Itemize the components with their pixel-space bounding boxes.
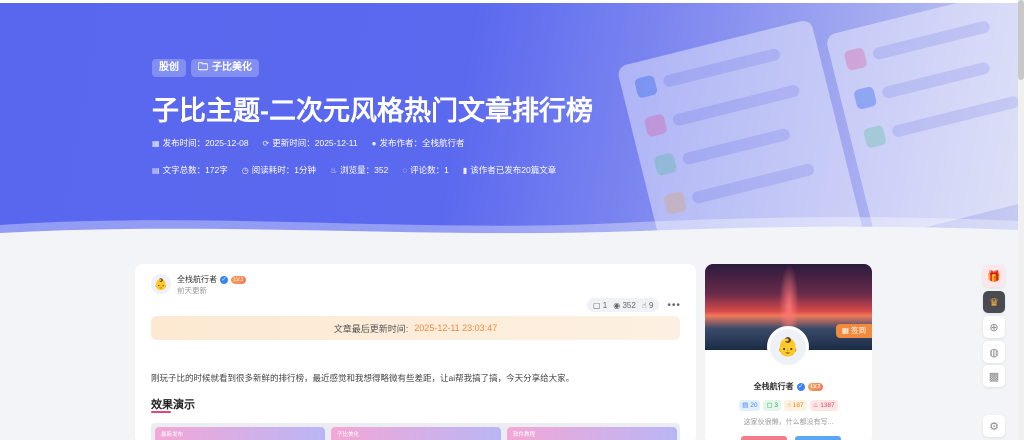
sidebar-action-buttons [741, 436, 841, 440]
sidebar-author-name[interactable]: 全栈航行者 [754, 381, 794, 392]
signin-button[interactable]: ▦ 签到 [835, 324, 872, 338]
author-avatar[interactable]: 👶 [151, 274, 171, 294]
like-count[interactable]: ☝ 9 [642, 301, 654, 310]
likes-count-badge: ☝ 187 [784, 400, 807, 411]
article-card: 👶 全栈航行者 ✓ LV.3 前天更新 ▢ 1 ◉ 352 ☝ 9 ••• 文章… [135, 264, 696, 440]
folder-icon: 🗀 [198, 62, 208, 73]
crown-icon[interactable]: ♛ [983, 291, 1005, 313]
hero-wave [0, 217, 1018, 243]
article-meta-row-1: ▦ 发布时间：2025-12-08 ⟳ 更新时间：2025-12-11 ● 发布作者：… [152, 138, 465, 148]
heading-underline [151, 411, 171, 413]
page-scrollbar[interactable] [1018, 0, 1024, 440]
qrcode-icon[interactable]: ▩ [983, 365, 1005, 387]
article-title: 子比主题-二次元风格热门文章排行榜 [152, 96, 593, 126]
thumbs-up-icon: ☝ [641, 300, 647, 310]
author-update-time: 前天更新 [177, 286, 207, 295]
views-count-badge: ♨ 1387 [809, 400, 838, 411]
author-info: 全栈航行者 ✓ LV.3 [177, 274, 247, 285]
user-icon: ● [371, 138, 377, 148]
fire-icon: ♨ [329, 165, 338, 175]
tag-category[interactable]: 🗀 子比美化 [191, 59, 259, 77]
posts-count-badge[interactable]: ▤ 20 [739, 400, 761, 411]
view-count: ◉ 352 [613, 300, 636, 310]
sidebar-author-info: 全栈航行者 ✓ LV.3 [705, 381, 872, 392]
more-options-icon[interactable]: ••• [667, 300, 681, 311]
article-hero: 股创 🗀 子比美化 子比主题-二次元风格热门文章排行榜 ▦ 发布时间：2025-1… [0, 3, 1018, 243]
author-sidebar-card: ▦ 签到 👶 全栈航行者 ✓ LV.3 ▤ 20 ▢ 3 ☝ 187 ♨ 138… [705, 264, 872, 440]
section-heading: 效果演示 [151, 399, 195, 411]
article-stats: ▢ 1 ◉ 352 ☝ 9 ••• [587, 298, 681, 312]
demo-card: 子比美化 [331, 427, 501, 440]
document-icon: ▤ [152, 165, 160, 175]
article-meta-row-2: ▤ 文字总数：172字 ◷ 阅读耗时：1分钟 ♨ 浏览量：352 ◌ 评论数：1 ▮ 该作… [152, 165, 557, 175]
settings-icon[interactable]: ⚙ [983, 415, 1005, 437]
author-description: 这家伙很懒，什么都没有写... [743, 419, 834, 426]
comment-icon: ▢ [593, 300, 601, 310]
demo-card: 最新发布 [155, 427, 325, 440]
sidebar-author-avatar[interactable]: 👶 [767, 326, 809, 368]
scrollbar-thumb[interactable] [1018, 0, 1024, 80]
message-button[interactable] [795, 436, 841, 440]
refresh-icon: ⟳ [262, 138, 270, 148]
author-name[interactable]: 全栈航行者 [177, 274, 217, 285]
article-intro: 刚玩子比的时候就看到很多新鲜的排行榜，最近感觉和我想得略微有些差距，让ai帮我搞… [151, 373, 575, 383]
demo-preview: 最新发布 子比美化 软件教程 [151, 423, 680, 440]
follow-button[interactable] [741, 436, 787, 440]
author-level-badge: LV.3 [231, 275, 247, 284]
demo-card: 软件教程 [507, 427, 677, 440]
verified-icon: ✓ [796, 382, 805, 391]
wechat-icon[interactable]: ◍ [983, 341, 1005, 363]
article-tags: 股创 🗀 子比美化 [152, 59, 259, 77]
clock-icon: ◷ [241, 165, 249, 175]
gift-icon[interactable]: 🎁 [983, 265, 1005, 287]
tag-original[interactable]: 股创 [152, 59, 186, 77]
stats-pill: ▢ 1 ◉ 352 ☝ 9 [587, 298, 660, 312]
bookmark-icon: ▮ [462, 165, 468, 175]
comment-icon: ◌ [402, 165, 408, 175]
last-updated-notice: 文章最后更新时间: 2025-12-11 23:03:47 [151, 316, 680, 340]
comment-count[interactable]: ▢ 1 [593, 301, 607, 310]
add-icon[interactable]: ⊕ [983, 316, 1005, 338]
author-stat-badges: ▤ 20 ▢ 3 ☝ 187 ♨ 1387 [705, 400, 872, 411]
comments-count-badge[interactable]: ▢ 3 [763, 400, 782, 411]
eye-icon: ◉ [613, 300, 621, 310]
sidebar-level-badge: LV.3 [807, 382, 824, 391]
calendar-icon: ▦ [841, 326, 849, 335]
calendar-icon: ▦ [152, 138, 160, 148]
verified-icon: ✓ [220, 275, 228, 284]
